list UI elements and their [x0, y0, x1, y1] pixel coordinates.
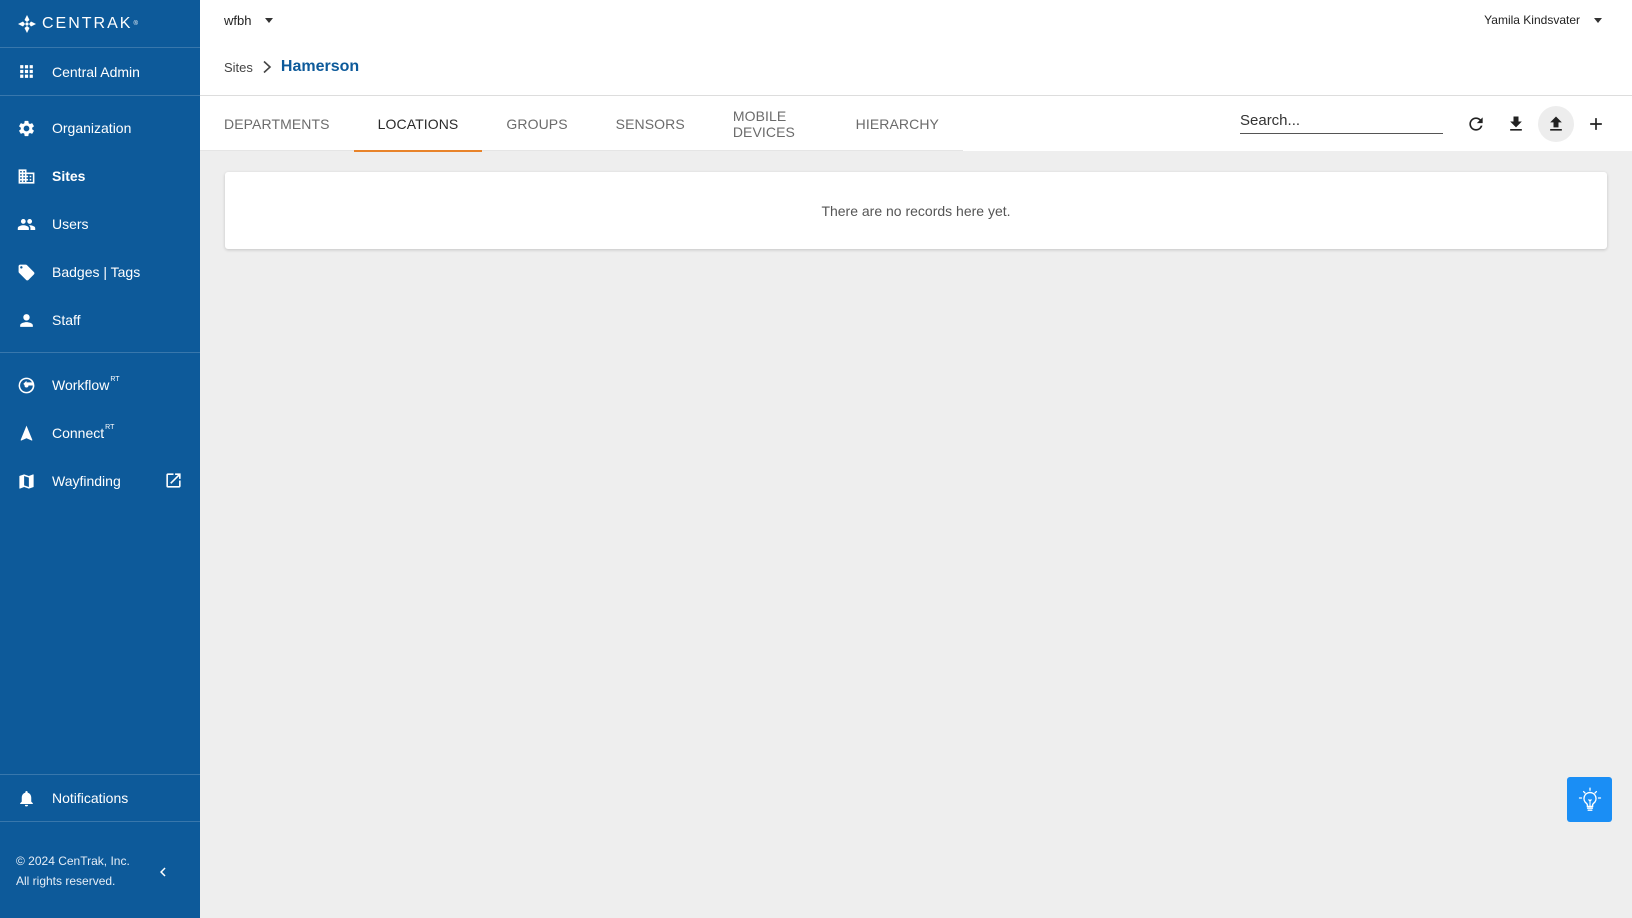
- copyright-line-2: All rights reserved.: [16, 874, 116, 888]
- sidebar-item-label: Organization: [52, 120, 132, 136]
- tag-icon: [16, 262, 36, 282]
- trademark-sup: RT: [105, 424, 115, 431]
- sidebar-item-label: WorkflowRT: [52, 376, 120, 393]
- sidebar-item-sites[interactable]: Sites: [0, 152, 200, 200]
- open-external-icon[interactable]: [164, 471, 183, 490]
- gear-icon: [16, 118, 36, 138]
- download-icon: [1510, 116, 1522, 131]
- workflow-icon: [16, 375, 36, 395]
- tab-list: DEPARTMENTS LOCATIONS GROUPS SENSORS MOB…: [200, 96, 963, 152]
- bell-icon: [16, 788, 36, 808]
- collapse-sidebar-button[interactable]: [152, 861, 174, 883]
- sidebar: CENTRAK ® Central Admin Organization Site…: [0, 0, 200, 918]
- sidebar-item-users[interactable]: Users: [0, 200, 200, 248]
- upload-button[interactable]: [1538, 106, 1574, 142]
- map-icon: [16, 471, 36, 491]
- brand-logo[interactable]: CENTRAK ®: [0, 0, 200, 48]
- empty-state-message: There are no records here yet.: [821, 202, 1011, 219]
- sidebar-item-connect[interactable]: ConnectRT: [0, 409, 200, 457]
- empty-state-card: There are no records here yet.: [225, 172, 1607, 249]
- tenant-selector[interactable]: wfbh: [224, 13, 274, 28]
- tab-mobile-devices[interactable]: MOBILE DEVICES: [709, 96, 832, 151]
- connect-label: Connect: [52, 425, 105, 441]
- sidebar-item-organization[interactable]: Organization: [0, 104, 200, 152]
- search-input[interactable]: [1240, 108, 1443, 134]
- help-tips-button[interactable]: [1567, 777, 1612, 822]
- download-button[interactable]: [1498, 106, 1534, 142]
- sidebar-item-label: Wayfinding: [52, 473, 121, 489]
- user-name: Yamila Kindsvater: [1484, 13, 1580, 27]
- sidebar-item-label: Notifications: [52, 790, 129, 806]
- tab-locations[interactable]: LOCATIONS: [353, 96, 483, 152]
- user-menu[interactable]: Yamila Kindsvater: [1484, 13, 1602, 27]
- caret-down-icon: [265, 18, 274, 23]
- breadcrumb-sites-link[interactable]: Sites: [224, 60, 253, 75]
- tabs-toolbar: DEPARTMENTS LOCATIONS GROUPS SENSORS MOB…: [200, 96, 1632, 152]
- upload-icon: [1550, 116, 1562, 131]
- people-icon: [16, 214, 36, 234]
- sidebar-item-workflow[interactable]: WorkflowRT: [0, 361, 200, 409]
- tab-hierarchy[interactable]: HIERARCHY: [832, 96, 963, 151]
- sidebar-item-label: Users: [52, 216, 89, 232]
- workflow-label: Workflow: [52, 377, 110, 393]
- brand-reg-mark: ®: [133, 20, 138, 27]
- refresh-button[interactable]: [1458, 106, 1494, 142]
- chevron-right-icon: [261, 60, 273, 74]
- sidebar-item-wayfinding[interactable]: Wayfinding: [0, 457, 200, 505]
- breadcrumb: Sites Hamerson: [224, 58, 359, 76]
- sidebar-item-staff[interactable]: Staff: [0, 296, 200, 344]
- tenant-name: wfbh: [224, 13, 252, 28]
- page-title: Hamerson: [280, 58, 360, 75]
- add-button[interactable]: [1578, 106, 1614, 142]
- chevron-left-icon: [160, 867, 166, 877]
- person-icon: [16, 310, 36, 330]
- centrak-logo-icon: [18, 14, 36, 33]
- copyright-footer: © 2024 CenTrak, Inc. All rights reserved…: [16, 851, 130, 891]
- lightbulb-icon: [1578, 787, 1601, 811]
- tab-groups[interactable]: GROUPS: [482, 96, 591, 151]
- sidebar-item-label: Badges | Tags: [52, 264, 141, 280]
- sidebar-item-central-admin[interactable]: Central Admin: [0, 48, 200, 96]
- add-icon: [1590, 118, 1602, 130]
- sidebar-item-label: Sites: [52, 168, 86, 184]
- navigation-arrow-icon: [16, 423, 36, 443]
- sidebar-item-label: Central Admin: [52, 63, 140, 80]
- trademark-sup: RT: [110, 376, 120, 383]
- copyright-line-1: © 2024 CenTrak, Inc.: [16, 854, 130, 868]
- sidebar-item-label: Staff: [52, 312, 81, 328]
- tab-departments[interactable]: DEPARTMENTS: [200, 96, 354, 151]
- building-icon: [16, 166, 36, 186]
- top-header: wfbh Yamila Kindsvater Sites Hamerson: [200, 0, 1632, 96]
- caret-down-icon: [1594, 17, 1602, 23]
- sidebar-item-notifications[interactable]: Notifications: [0, 774, 200, 822]
- apps-grid-icon: [16, 62, 36, 82]
- tab-sensors[interactable]: SENSORS: [592, 96, 709, 151]
- refresh-icon: [1469, 117, 1483, 131]
- sidebar-item-label: ConnectRT: [52, 424, 115, 441]
- sidebar-item-badges-tags[interactable]: Badges | Tags: [0, 248, 200, 296]
- brand-name: CENTRAK: [42, 14, 133, 32]
